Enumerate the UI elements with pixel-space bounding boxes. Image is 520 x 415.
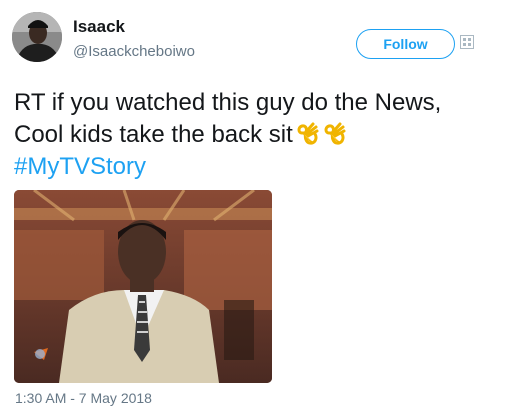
author-name[interactable]: Isaack	[73, 17, 125, 37]
author-handle[interactable]: @Isaackcheboiwo	[73, 43, 195, 60]
tweet-text: RT if you watched this guy do the News, …	[14, 87, 514, 183]
tweet-line-1: RT if you watched this guy do the News,	[14, 89, 442, 116]
follow-button[interactable]: Follow	[356, 29, 455, 59]
tweet-timestamp[interactable]: 1:30 AM - 7 May 2018	[15, 390, 152, 406]
tweet-line-2: Cool kids take the back sit	[14, 119, 514, 151]
tweet-line-2-text: Cool kids take the back sit	[14, 121, 293, 148]
ok-hand-emoji-icon	[295, 121, 320, 146]
hashtag-link[interactable]: #MyTVStory	[14, 151, 514, 183]
avatar[interactable]	[12, 12, 62, 62]
grid-overflow-icon[interactable]	[460, 35, 474, 49]
ok-hand-emoji-icon	[322, 121, 347, 146]
tweet-media-photo[interactable]	[14, 190, 272, 383]
